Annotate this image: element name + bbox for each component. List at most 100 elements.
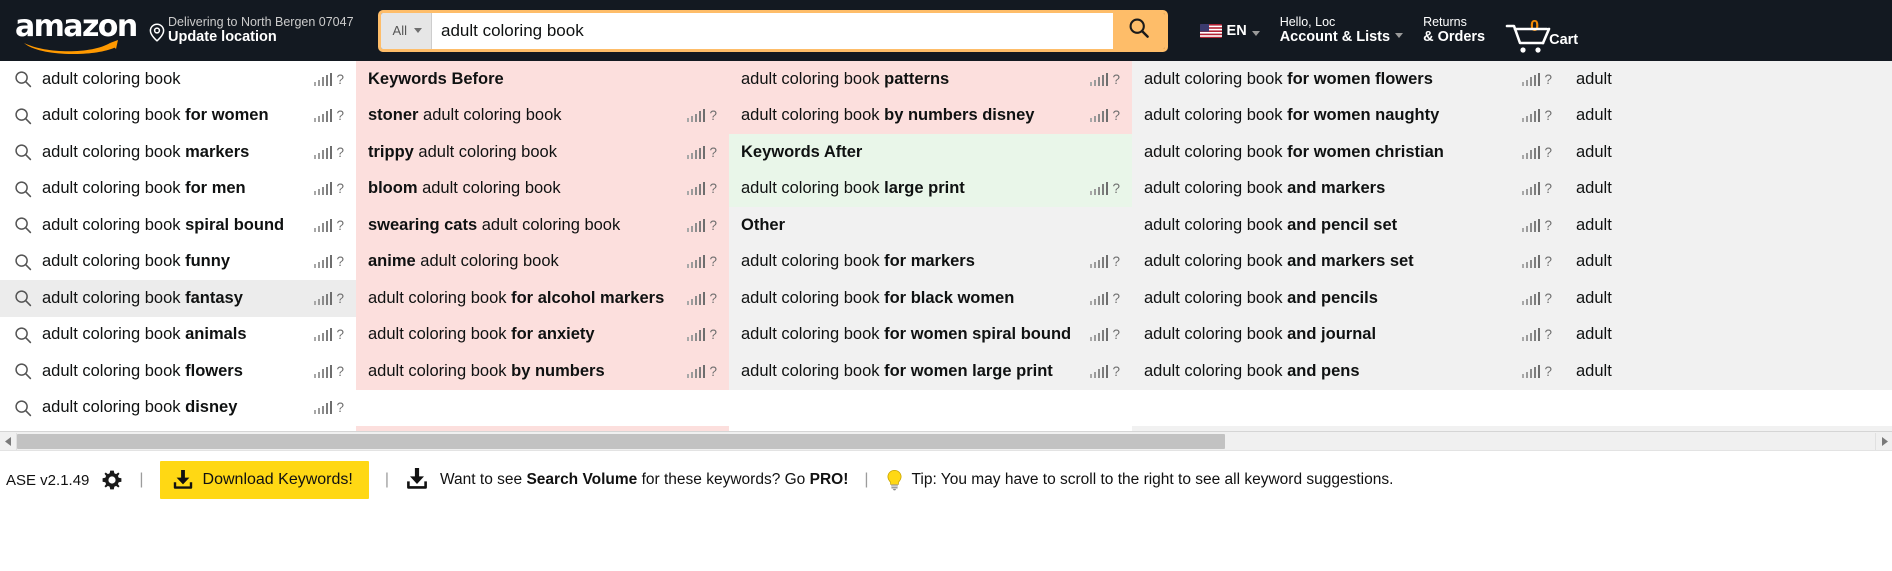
search-volume-help-icon[interactable]: ? <box>709 327 717 342</box>
keyword-suggestion-row[interactable]: adult <box>1564 316 1892 353</box>
keyword-suggestion-row[interactable]: adult coloring book for women flowers? <box>1132 61 1564 98</box>
keyword-suggestion-row[interactable]: adult coloring book for alcohol markers? <box>356 280 729 317</box>
search-volume-help-icon[interactable]: ? <box>709 218 717 233</box>
keyword-suggestion-row[interactable]: adult coloring book large print? <box>729 170 1132 207</box>
scroll-left-arrow-icon[interactable] <box>0 432 17 450</box>
keyword-suggestion-row[interactable]: adult coloring book for women spiral bou… <box>729 316 1132 353</box>
keyword-suggestion-row[interactable]: adult coloring book for women christian? <box>1132 134 1564 171</box>
search-volume-help-icon[interactable]: ? <box>336 145 344 160</box>
keyword-suggestion-row[interactable]: adult <box>1564 134 1892 171</box>
amazon-logo[interactable]: amazon <box>0 9 138 57</box>
keyword-emphasis: for women spiral bound <box>884 325 1072 344</box>
scrollbar-track[interactable] <box>17 433 1875 449</box>
keyword-emphasis: by numbers <box>511 361 605 380</box>
go-pro-promo[interactable]: Want to see Search Volume for these keyw… <box>405 466 848 495</box>
keyword-suggestion-row[interactable]: adult coloring book for women naughty? <box>1132 97 1564 134</box>
cart-button[interactable]: 0 Cart <box>1495 8 1588 54</box>
download-keywords-button[interactable]: Download Keywords! <box>159 461 369 499</box>
search-volume-help-icon[interactable]: ? <box>1544 254 1552 269</box>
signal-bars-icon <box>1089 328 1110 342</box>
keyword-suggestion-row[interactable]: adult coloring book by numbers disney? <box>729 97 1132 134</box>
scrollbar-thumb[interactable] <box>17 433 1225 449</box>
search-volume-help-icon[interactable]: ? <box>709 364 717 379</box>
search-input[interactable] <box>431 12 1113 49</box>
search-volume-help-icon[interactable]: ? <box>1544 72 1552 87</box>
keyword-suggestion-row[interactable]: adult coloring book patterns? <box>729 61 1132 98</box>
chevron-down-icon <box>1251 31 1260 36</box>
search-volume-help-icon[interactable]: ? <box>1112 181 1120 196</box>
keyword-suggestion-row[interactable]: adult coloring book by numbers? <box>356 353 729 390</box>
search-volume-help-icon[interactable]: ? <box>336 254 344 269</box>
search-volume-help-icon[interactable]: ? <box>336 327 344 342</box>
search-volume-help-icon[interactable]: ? <box>336 72 344 87</box>
keyword-suggestion-row[interactable]: trippy adult coloring book? <box>356 134 729 171</box>
search-category-dropdown[interactable]: All <box>380 12 432 49</box>
keyword-suggestion-row[interactable]: adult coloring book and pencils? <box>1132 280 1564 317</box>
keyword-suggestion-row[interactable]: adult <box>1564 280 1892 317</box>
keyword-suggestion-row[interactable]: adult <box>1564 97 1892 134</box>
search-volume-help-icon[interactable]: ? <box>1544 327 1552 342</box>
keyword-suggestion-row[interactable]: bloom adult coloring book? <box>356 170 729 207</box>
keyword-suggestion-row[interactable]: adult coloring book and markers? <box>1132 170 1564 207</box>
keyword-suggestion-row[interactable]: adult coloring book fantasy? <box>0 280 356 317</box>
search-volume-help-icon[interactable]: ? <box>1112 72 1120 87</box>
search-volume-help-icon[interactable]: ? <box>1112 254 1120 269</box>
search-volume-help-icon[interactable]: ? <box>709 291 717 306</box>
returns-and-orders-button[interactable]: Returns & Orders <box>1413 8 1495 54</box>
keyword-suggestion-row[interactable]: adult coloring book funny? <box>0 243 356 280</box>
search-volume-help-icon[interactable]: ? <box>336 400 344 415</box>
search-volume-help-icon[interactable]: ? <box>709 254 717 269</box>
search-volume-help-icon[interactable]: ? <box>336 218 344 233</box>
account-and-lists-button[interactable]: Hello, Loc Account & Lists <box>1270 8 1413 54</box>
keyword-suggestion-row[interactable]: adult coloring book animals? <box>0 316 356 353</box>
keyword-suggestion-row[interactable]: adult coloring book for women? <box>0 97 356 134</box>
search-submit-button[interactable] <box>1112 12 1165 49</box>
search-volume-help-icon[interactable]: ? <box>1112 108 1120 123</box>
group-header: Other <box>729 207 1132 244</box>
keyword-suggestion-row[interactable]: adult coloring book markers? <box>0 134 356 171</box>
search-volume-help-icon[interactable]: ? <box>1544 181 1552 196</box>
search-volume-help-icon[interactable]: ? <box>336 291 344 306</box>
search-volume-help-icon[interactable]: ? <box>1112 327 1120 342</box>
keyword-suggestion-row[interactable]: adult coloring book flowers? <box>0 353 356 390</box>
language-selector[interactable]: EN <box>1190 8 1270 54</box>
keyword-suggestion-row[interactable]: adult coloring book? <box>0 61 356 98</box>
keyword-suggestion-row[interactable]: adult coloring book spiral bound? <box>0 207 356 244</box>
keyword-suggestion-row[interactable]: adult coloring book for women large prin… <box>729 353 1132 390</box>
keyword-suggestion-row[interactable]: adult <box>1564 170 1892 207</box>
keyword-suggestion-row[interactable]: adult <box>1564 207 1892 244</box>
keyword-suggestion-row[interactable]: swearing cats adult coloring book? <box>356 207 729 244</box>
search-volume-help-icon[interactable]: ? <box>336 181 344 196</box>
search-volume-help-icon[interactable]: ? <box>709 108 717 123</box>
keyword-suggestion-row[interactable]: adult coloring book and pens? <box>1132 353 1564 390</box>
keyword-suggestion-row[interactable]: adult <box>1564 353 1892 390</box>
scroll-right-arrow-icon[interactable] <box>1875 432 1892 450</box>
keyword-suggestion-text: adult coloring book spiral bound <box>42 215 285 234</box>
search-volume-help-icon[interactable]: ? <box>1544 218 1552 233</box>
keyword-suggestion-row[interactable]: adult <box>1564 243 1892 280</box>
gear-icon[interactable] <box>101 469 123 491</box>
keyword-suggestion-row[interactable]: adult coloring book disney? <box>0 389 356 426</box>
keyword-suggestion-row[interactable]: stoner adult coloring book? <box>356 97 729 134</box>
delivery-location-button[interactable]: Delivering to North Bergen 07047 Update … <box>139 8 364 54</box>
horizontal-scrollbar[interactable] <box>0 431 1892 450</box>
search-volume-help-icon[interactable]: ? <box>336 364 344 379</box>
keyword-suggestion-row[interactable]: adult coloring book for black women? <box>729 280 1132 317</box>
keyword-suggestion-row[interactable]: adult coloring book and journal? <box>1132 316 1564 353</box>
keyword-suggestion-row[interactable]: anime adult coloring book? <box>356 243 729 280</box>
search-volume-help-icon[interactable]: ? <box>1544 291 1552 306</box>
search-volume-help-icon[interactable]: ? <box>336 108 344 123</box>
search-volume-help-icon[interactable]: ? <box>1112 364 1120 379</box>
search-volume-help-icon[interactable]: ? <box>1544 145 1552 160</box>
keyword-suggestion-row[interactable]: adult coloring book for men? <box>0 170 356 207</box>
search-volume-help-icon[interactable]: ? <box>709 181 717 196</box>
search-volume-help-icon[interactable]: ? <box>709 145 717 160</box>
keyword-suggestion-row[interactable]: adult coloring book and pencil set? <box>1132 207 1564 244</box>
keyword-suggestion-row[interactable]: adult <box>1564 61 1892 98</box>
keyword-suggestion-row[interactable]: adult coloring book for anxiety? <box>356 316 729 353</box>
keyword-suggestion-row[interactable]: adult coloring book for markers? <box>729 243 1132 280</box>
keyword-suggestion-row[interactable]: adult coloring book and markers set? <box>1132 243 1564 280</box>
search-volume-help-icon[interactable]: ? <box>1544 364 1552 379</box>
search-volume-help-icon[interactable]: ? <box>1112 291 1120 306</box>
search-volume-help-icon[interactable]: ? <box>1544 108 1552 123</box>
